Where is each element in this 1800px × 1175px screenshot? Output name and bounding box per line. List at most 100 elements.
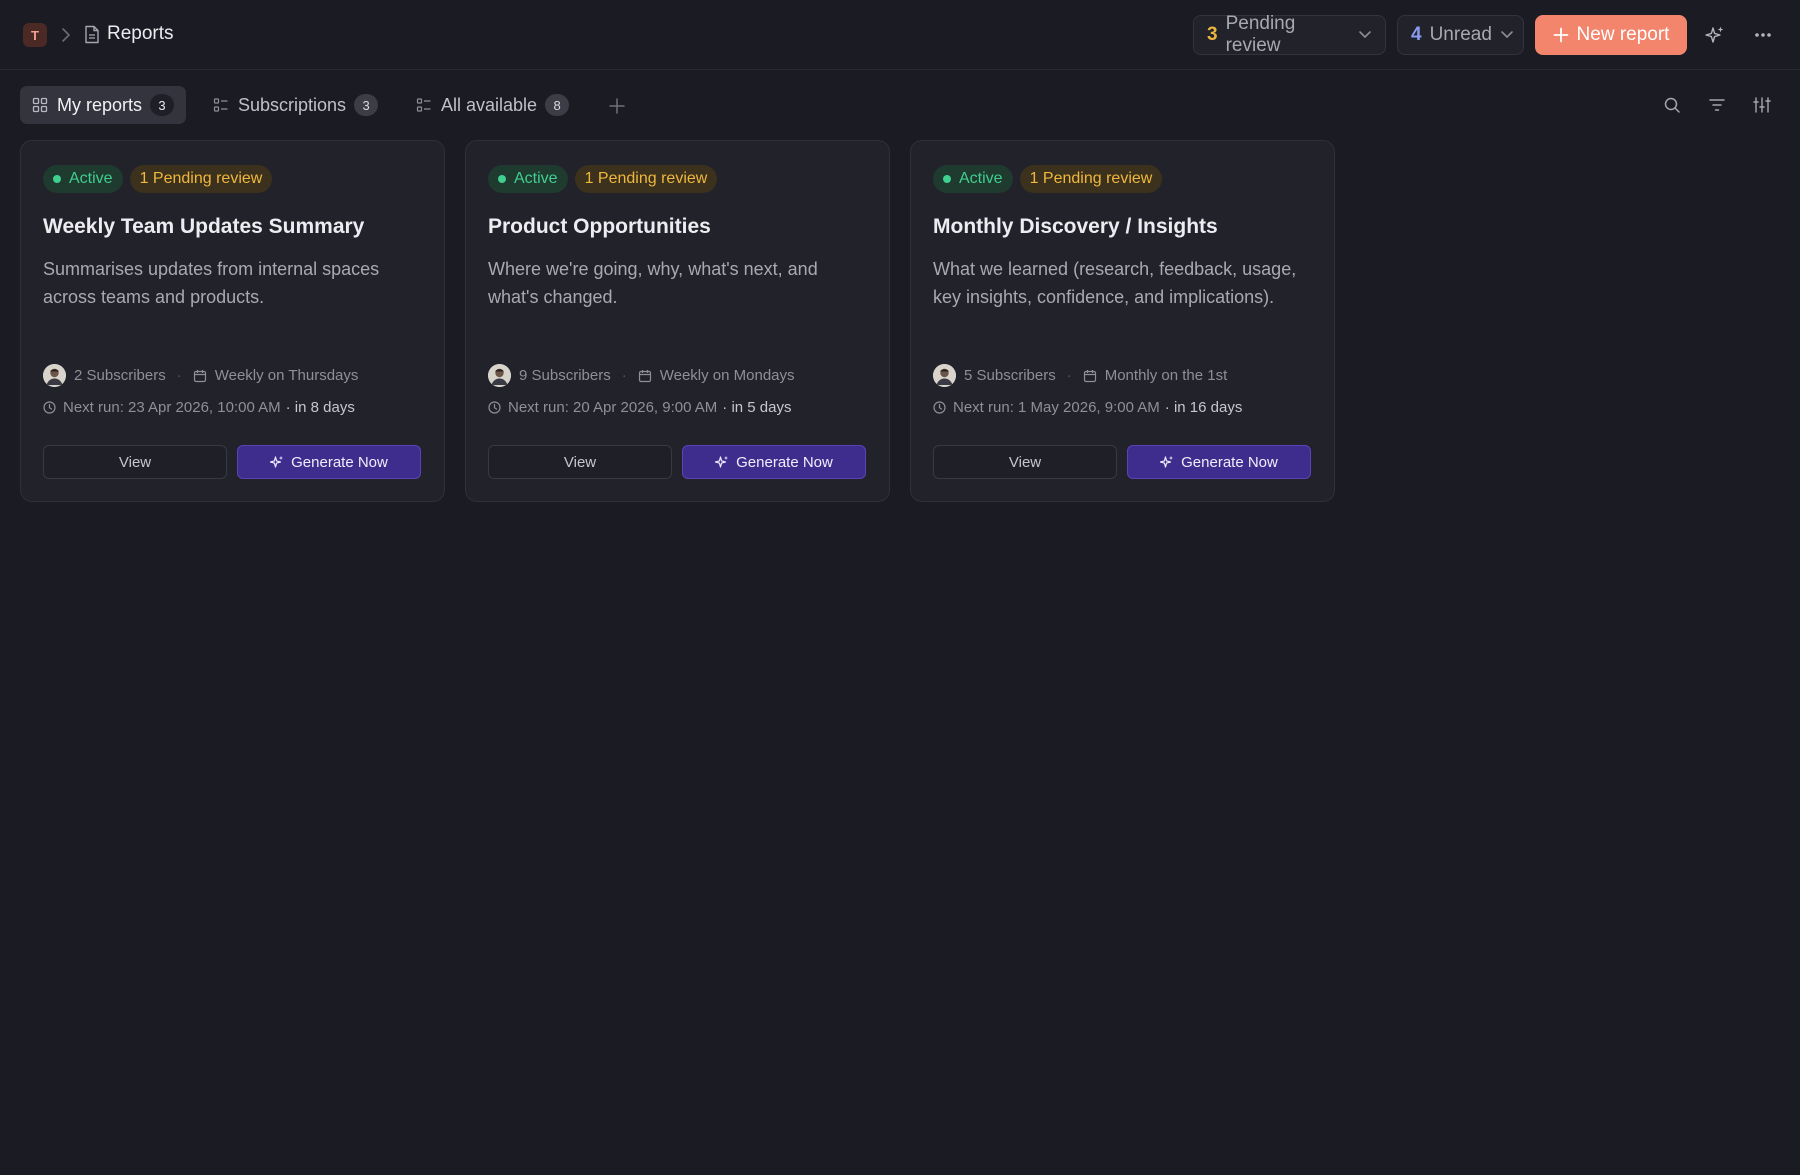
new-report-label: New report bbox=[1576, 24, 1670, 45]
next-run-label: Next run: 23 Apr 2026, 10:00 AM bbox=[63, 399, 281, 416]
grid-icon bbox=[32, 97, 48, 113]
plus-icon bbox=[608, 97, 626, 115]
tab-my-reports[interactable]: My reports 3 bbox=[20, 86, 187, 124]
card-description: What we learned (research, feedback, usa… bbox=[933, 259, 1297, 307]
search-icon bbox=[1663, 96, 1681, 114]
pending-review-badge[interactable]: 1 Pending review bbox=[574, 165, 718, 193]
card-meta-subscribers: 9 Subscribers · Weekly on Mondays bbox=[488, 364, 795, 387]
pending-review-label: Pending review bbox=[1225, 13, 1296, 56]
clock-icon bbox=[933, 401, 946, 414]
chevron-down-icon bbox=[1358, 30, 1372, 40]
tab-subscriptions[interactable]: Subscriptions 3 bbox=[201, 86, 390, 124]
view-button[interactable]: View bbox=[488, 445, 672, 479]
sliders-icon bbox=[1753, 96, 1771, 114]
tab-subscriptions-label: Subscriptions bbox=[238, 94, 347, 115]
list-icon bbox=[213, 97, 229, 113]
generate-now-label: Generate Now bbox=[291, 453, 388, 471]
card-status-chips: Active 1 Pending review bbox=[43, 165, 273, 193]
clock-icon bbox=[488, 401, 501, 414]
tab-my-reports-label: My reports bbox=[57, 94, 143, 115]
tab-all-available-count: 8 bbox=[545, 94, 570, 116]
card-meta-next-run: Next run: 23 Apr 2026, 10:00 AM · in 8 d… bbox=[43, 399, 355, 416]
card-title: Product Opportunities bbox=[488, 215, 711, 238]
pending-review-badge[interactable]: 1 Pending review bbox=[129, 165, 273, 193]
calendar-icon bbox=[193, 369, 207, 383]
document-icon bbox=[84, 25, 100, 44]
sparkle-icon bbox=[1705, 25, 1725, 45]
calendar-icon bbox=[1083, 369, 1097, 383]
status-dot-icon bbox=[498, 175, 506, 183]
card-title: Monthly Discovery / Insights bbox=[933, 215, 1218, 238]
chevron-right-icon bbox=[59, 27, 73, 43]
page-title: Reports bbox=[107, 23, 174, 44]
card-meta-subscribers: 5 Subscribers · Monthly on the 1st bbox=[933, 364, 1227, 387]
status-dot-icon bbox=[53, 175, 61, 183]
next-run-relative: · in 8 days bbox=[285, 399, 355, 416]
chevron-down-icon bbox=[1500, 30, 1514, 40]
avatar bbox=[488, 364, 511, 387]
plus-icon bbox=[1553, 27, 1577, 43]
subscriber-count[interactable]: 5 Subscribers bbox=[964, 367, 1056, 384]
tab-all-available[interactable]: All available 8 bbox=[404, 86, 581, 124]
view-button[interactable]: View bbox=[933, 445, 1117, 479]
status-label: Active bbox=[959, 170, 1003, 187]
card-meta-next-run: Next run: 1 May 2026, 9:00 AM · in 16 da… bbox=[933, 399, 1242, 416]
generate-now-button[interactable]: Generate Now bbox=[682, 445, 866, 479]
workspace-avatar[interactable]: T bbox=[23, 23, 47, 47]
report-card[interactable]: Active 1 Pending review Product Opportun… bbox=[465, 140, 890, 502]
schedule-label: Weekly on Mondays bbox=[659, 367, 795, 384]
card-description: Where we're going, why, what's next, and… bbox=[488, 259, 818, 307]
display-settings-button[interactable] bbox=[1747, 90, 1777, 120]
card-meta-subscribers: 2 Subscribers · Weekly on Thursdays bbox=[43, 364, 358, 387]
more-horizontal-icon bbox=[1754, 32, 1772, 38]
report-card[interactable]: Active 1 Pending review Weekly Team Upda… bbox=[20, 140, 445, 502]
separator-dot: · bbox=[176, 367, 182, 384]
report-card[interactable]: Active 1 Pending review Monthly Discover… bbox=[910, 140, 1335, 502]
unread-dropdown[interactable]: 4 Unread bbox=[1397, 15, 1524, 55]
ai-assistant-button[interactable] bbox=[1700, 20, 1730, 50]
card-meta-next-run: Next run: 20 Apr 2026, 9:00 AM · in 5 da… bbox=[488, 399, 792, 416]
pending-review-count: 3 bbox=[1207, 24, 1218, 45]
next-run-relative: · in 5 days bbox=[722, 399, 792, 416]
generate-now-button[interactable]: Generate Now bbox=[1127, 445, 1311, 479]
card-status-chips: Active 1 Pending review bbox=[933, 165, 1163, 193]
pending-review-badge[interactable]: 1 Pending review bbox=[1019, 165, 1163, 193]
status-badge: Active bbox=[488, 165, 568, 193]
separator-dot: · bbox=[621, 367, 627, 384]
subscriber-count[interactable]: 9 Subscribers bbox=[519, 367, 611, 384]
add-view-button[interactable] bbox=[602, 91, 632, 121]
calendar-icon bbox=[638, 369, 652, 383]
card-status-chips: Active 1 Pending review bbox=[488, 165, 718, 193]
more-options-button[interactable] bbox=[1748, 20, 1778, 50]
generate-now-button[interactable]: Generate Now bbox=[237, 445, 421, 479]
unread-label: Unread bbox=[1429, 24, 1492, 45]
sparkle-icon bbox=[270, 455, 291, 469]
pending-review-dropdown[interactable]: 3 Pending review bbox=[1193, 13, 1386, 56]
tab-all-available-label: All available bbox=[441, 94, 538, 115]
sparkle-icon bbox=[715, 455, 736, 469]
filter-button[interactable] bbox=[1702, 90, 1732, 120]
generate-now-label: Generate Now bbox=[736, 453, 833, 471]
tab-my-reports-count: 3 bbox=[150, 94, 175, 116]
schedule-label: Weekly on Thursdays bbox=[214, 367, 359, 384]
new-report-button[interactable]: New report bbox=[1535, 15, 1687, 55]
next-run-label: Next run: 1 May 2026, 9:00 AM bbox=[953, 399, 1160, 416]
search-button[interactable] bbox=[1657, 90, 1687, 120]
card-description: Summarises updates from internal spaces … bbox=[43, 259, 380, 307]
list-icon bbox=[416, 97, 432, 113]
sparkle-icon bbox=[1160, 455, 1181, 469]
filter-icon bbox=[1708, 97, 1726, 113]
avatar bbox=[43, 364, 66, 387]
next-run-label: Next run: 20 Apr 2026, 9:00 AM bbox=[508, 399, 718, 416]
view-button[interactable]: View bbox=[43, 445, 227, 479]
next-run-relative: · in 16 days bbox=[1164, 399, 1243, 416]
tab-subscriptions-count: 3 bbox=[354, 94, 379, 116]
subscriber-count[interactable]: 2 Subscribers bbox=[74, 367, 166, 384]
generate-now-label: Generate Now bbox=[1181, 453, 1278, 471]
status-label: Active bbox=[69, 170, 113, 187]
top-bar: T Reports 3 Pending review 4 Unread New … bbox=[0, 0, 1800, 70]
unread-count: 4 bbox=[1411, 24, 1422, 45]
status-badge: Active bbox=[43, 165, 123, 193]
separator-dot: · bbox=[1066, 367, 1072, 384]
status-dot-icon bbox=[943, 175, 951, 183]
